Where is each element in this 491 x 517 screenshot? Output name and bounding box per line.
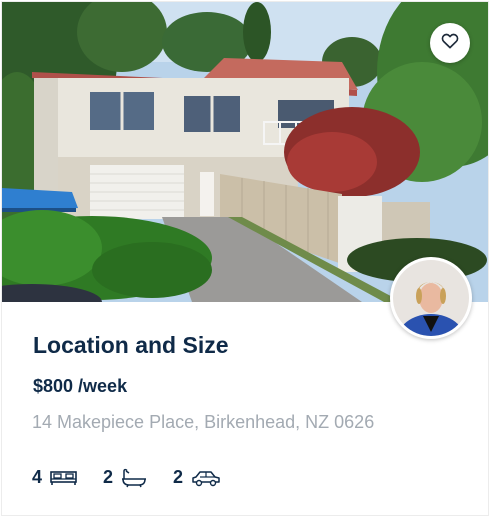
price-period: /week: [73, 376, 128, 396]
heart-icon: [441, 32, 459, 54]
parking-count: 2: [173, 467, 184, 487]
bed-icon: [50, 470, 77, 486]
listing-card[interactable]: Location and Size $800 /week 14 Makepiec…: [1, 1, 489, 516]
car-icon: [191, 469, 221, 487]
agent-avatar[interactable]: [390, 257, 472, 339]
listing-price: $800 /week: [33, 376, 127, 397]
favorite-button[interactable]: [430, 23, 470, 63]
listing-title: Location and Size: [33, 332, 229, 358]
listing-address: 14 Makepiece Place, Birkenhead, NZ 0626: [32, 412, 375, 432]
price-amount: $800: [33, 376, 74, 396]
bathtub-icon: [121, 468, 147, 488]
bathrooms-count: 2: [103, 467, 114, 487]
listing-features: 4 2 2: [32, 467, 247, 488]
property-photo[interactable]: [2, 2, 488, 302]
bedrooms-count: 4: [32, 467, 43, 487]
bathrooms-feature: 2: [103, 467, 147, 488]
bedrooms-feature: 4: [32, 467, 77, 488]
parking-feature: 2: [173, 467, 221, 488]
